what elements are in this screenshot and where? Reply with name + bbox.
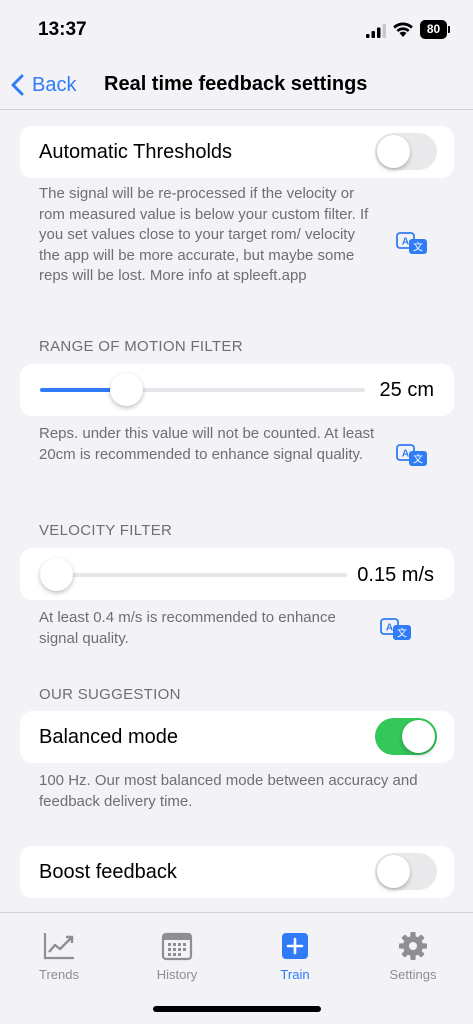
automatic-thresholds-row: Automatic Thresholds xyxy=(20,126,454,178)
trends-icon xyxy=(43,933,74,960)
suggestion-header: OUR SUGGESTION xyxy=(39,686,181,703)
automatic-thresholds-description: The signal will be re-processed if the v… xyxy=(39,185,369,284)
balanced-mode-toggle[interactable] xyxy=(375,718,437,755)
toggle-knob xyxy=(377,135,410,168)
svg-text:文: 文 xyxy=(397,627,407,640)
automatic-thresholds-toggle[interactable] xyxy=(375,133,437,170)
svg-text:A: A xyxy=(402,237,409,248)
tab-history[interactable]: History xyxy=(132,931,222,982)
toggle-knob xyxy=(377,855,410,888)
rom-filter-value: 25 cm xyxy=(379,379,434,401)
navigation-bar: Back Real time feedback settings xyxy=(0,60,473,110)
tab-label: History xyxy=(156,967,198,982)
svg-text:文: 文 xyxy=(413,453,423,466)
tab-settings[interactable]: Settings xyxy=(368,931,458,982)
svg-text:A: A xyxy=(402,449,409,460)
velocity-filter-description: At least 0.4 m/s is recommended to enhan… xyxy=(39,609,336,647)
balanced-mode-row: Balanced mode xyxy=(20,711,454,763)
tab-label: Trends xyxy=(39,967,79,982)
balanced-mode-description: 100 Hz. Our most balanced mode between a… xyxy=(39,772,418,810)
velocity-filter-header: VELOCITY FILTER xyxy=(39,522,173,539)
velocity-slider-thumb[interactable] xyxy=(40,558,73,591)
gear-icon xyxy=(399,932,427,960)
toggle-knob xyxy=(402,720,435,753)
back-label: Back xyxy=(32,73,77,96)
rom-slider-track[interactable] xyxy=(40,373,365,406)
status-bar: 13:37 80 xyxy=(0,0,473,60)
rom-filter-row: 25 cm xyxy=(20,364,454,416)
home-indicator xyxy=(153,1006,321,1012)
boost-feedback-toggle[interactable] xyxy=(375,853,437,890)
status-time: 13:37 xyxy=(38,19,87,40)
tab-train[interactable]: Train xyxy=(250,931,340,982)
translate-icon[interactable]: A 文 xyxy=(396,232,428,256)
boost-feedback-row: Boost feedback xyxy=(20,846,454,898)
chevron-left-icon xyxy=(11,74,24,96)
back-button[interactable]: Back xyxy=(10,68,76,102)
boost-feedback-label: Boost feedback xyxy=(39,861,177,883)
cellular-signal-icon xyxy=(366,24,386,38)
battery-icon: 80 xyxy=(420,20,450,39)
velocity-filter-value: 0.15 m/s xyxy=(357,564,434,586)
svg-text:A: A xyxy=(386,623,393,634)
rom-filter-description: Reps. under this value will not be count… xyxy=(39,425,375,463)
balanced-mode-label: Balanced mode xyxy=(39,726,178,748)
velocity-slider-track[interactable] xyxy=(40,558,347,591)
tab-label: Settings xyxy=(389,967,437,982)
translate-icon[interactable]: A 文 xyxy=(380,618,412,642)
translate-icon[interactable]: A 文 xyxy=(396,444,428,468)
calendar-icon xyxy=(161,932,193,961)
battery-tip xyxy=(448,26,450,33)
automatic-thresholds-label: Automatic Thresholds xyxy=(39,141,233,163)
velocity-filter-row: 0.15 m/s xyxy=(20,548,454,600)
rom-slider-thumb[interactable] xyxy=(110,373,143,406)
battery-level: 80 xyxy=(420,20,447,39)
tab-label: Train xyxy=(280,967,310,982)
plus-square-icon xyxy=(282,933,308,959)
rom-filter-header: RANGE OF MOTION FILTER xyxy=(39,338,243,355)
tab-trends[interactable]: Trends xyxy=(14,931,104,982)
wifi-icon xyxy=(393,22,413,37)
page-title: Real time feedback settings xyxy=(104,73,368,95)
svg-text:文: 文 xyxy=(413,241,423,254)
